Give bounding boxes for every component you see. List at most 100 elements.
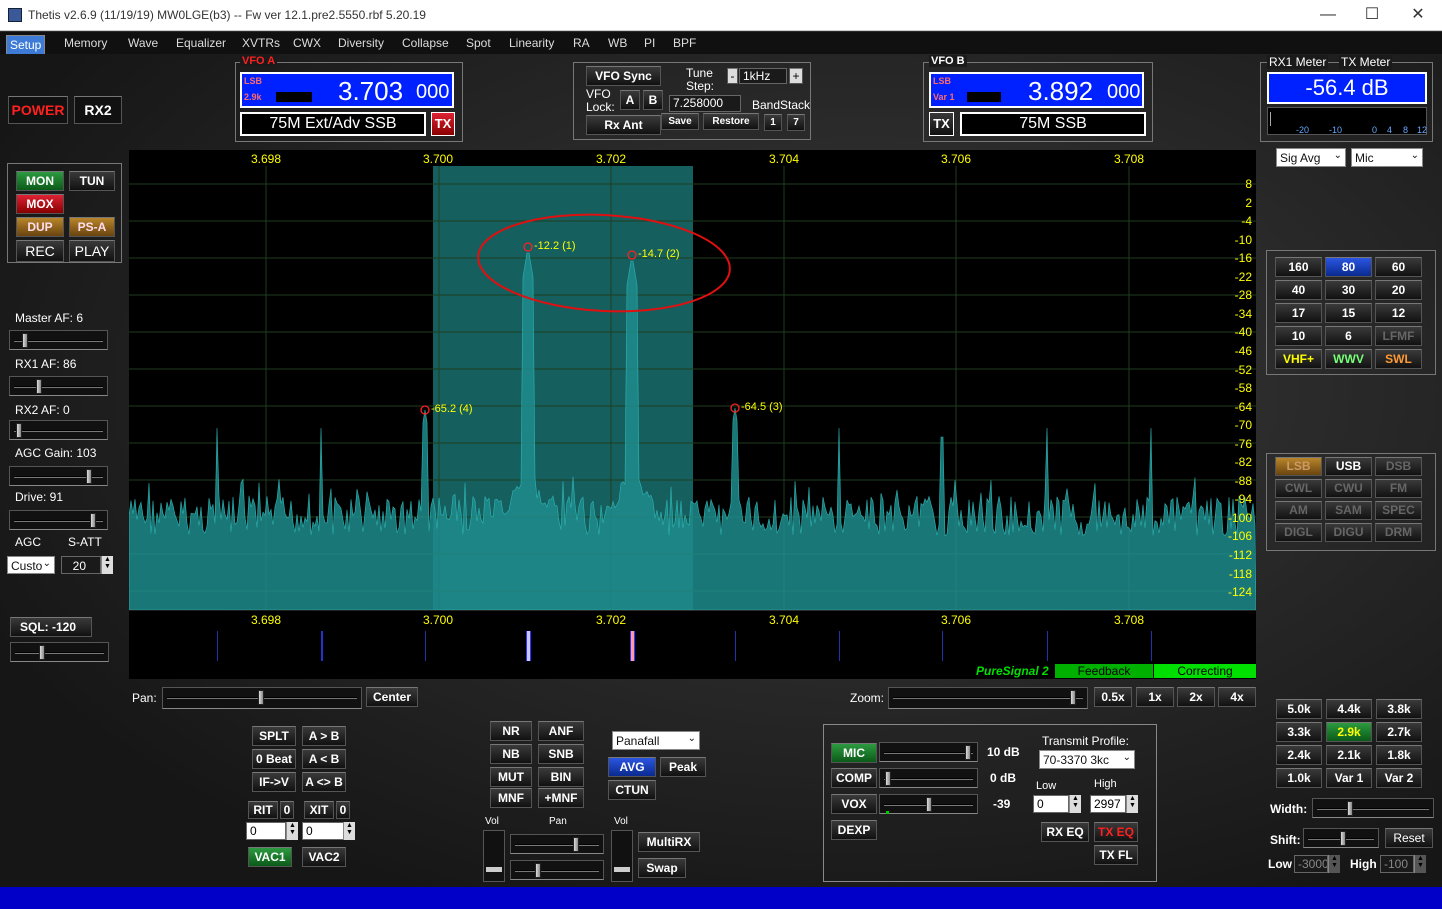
mode-button-digl[interactable]: DIGL	[1275, 523, 1322, 542]
agc-gain-thumb[interactable]	[86, 469, 92, 484]
rx1-pan-thumb[interactable]	[573, 837, 579, 852]
vfo-b-tx-button[interactable]: TX	[929, 112, 954, 136]
filter-reset-button[interactable]: Reset	[1385, 828, 1433, 848]
menu-wave[interactable]: Wave	[123, 35, 163, 51]
tun-button[interactable]: TUN	[69, 171, 115, 191]
rx2-button[interactable]: RX2	[74, 96, 122, 124]
rit-button[interactable]: RIT	[248, 801, 278, 819]
pan-slider[interactable]	[162, 687, 362, 709]
a-to-b-button[interactable]: A > B	[302, 726, 346, 746]
band-button-160[interactable]: 160	[1275, 257, 1322, 277]
power-button[interactable]: POWER	[8, 96, 68, 124]
mode-button-usb[interactable]: USB	[1325, 457, 1372, 476]
filter-button-var-2[interactable]: Var 2	[1376, 768, 1422, 788]
band-button-60[interactable]: 60	[1375, 257, 1422, 277]
satt-input[interactable]: 20	[61, 556, 101, 574]
if-to-v-button[interactable]: IF->V	[252, 772, 296, 792]
menu-linearity[interactable]: Linearity	[504, 35, 559, 51]
tx-low-spinner[interactable]: ▲ ▼	[1069, 795, 1081, 813]
filter-button-2-9k[interactable]: 2.9k	[1326, 722, 1372, 742]
sql-slider[interactable]	[10, 642, 109, 662]
mode-button-cwu[interactable]: CWU	[1325, 479, 1372, 498]
menu-collapse[interactable]: Collapse	[397, 35, 454, 51]
dup-button[interactable]: DUP	[16, 217, 64, 237]
vfo-b-display[interactable]: LSB Var 1 3.892 000	[929, 72, 1144, 108]
rx2-pan-thumb[interactable]	[535, 863, 541, 878]
waterfall-display[interactable]	[129, 629, 1256, 663]
menu-memory[interactable]: Memory	[59, 35, 112, 51]
rx-swap-button[interactable]: Swap	[638, 858, 686, 878]
rx1-af-slider[interactable]	[9, 376, 108, 396]
mnf-button[interactable]: MNF	[490, 788, 532, 808]
rx2-pan-slider[interactable]	[510, 860, 604, 880]
display-mode-select[interactable]: Panafall ⌄	[612, 731, 700, 750]
band-button-80[interactable]: 80	[1325, 257, 1372, 277]
zoom-4x-button[interactable]: 4x	[1218, 687, 1256, 707]
bandstack-save-button[interactable]: Save	[661, 113, 699, 130]
comp-slider[interactable]	[879, 768, 978, 788]
step-minus-button[interactable]: -	[727, 68, 738, 84]
master-af-slider[interactable]	[9, 330, 108, 350]
filter-button-3-3k[interactable]: 3.3k	[1276, 722, 1322, 742]
peak-button[interactable]: Peak	[660, 757, 706, 777]
nb-button[interactable]: NB	[490, 744, 532, 764]
vfo-a-display[interactable]: LSB 2.9k 3.703 000	[240, 72, 454, 108]
mode-button-sam[interactable]: SAM	[1325, 501, 1372, 520]
rx1-vol-thumb[interactable]	[486, 867, 502, 872]
vfo-a-band[interactable]: 75M Ext/Adv SSB	[240, 112, 426, 136]
xit-value-input[interactable]: 0	[302, 822, 344, 840]
menu-bpf[interactable]: BPF	[668, 35, 701, 51]
panadapter-display[interactable]: -12.2 (1) -14.7 (2) -65.2 (4) -64.5 (3) …	[129, 166, 1256, 610]
band-button-lfmf[interactable]: LFMF	[1375, 326, 1422, 346]
step-plus-button[interactable]: +	[789, 68, 803, 84]
comp-button[interactable]: COMP	[831, 768, 877, 788]
sql-thumb[interactable]	[39, 645, 45, 660]
band-button-wwv[interactable]: WWV	[1325, 349, 1372, 369]
sql-button[interactable]: SQL: -120	[10, 617, 92, 637]
filter-button-1-0k[interactable]: 1.0k	[1276, 768, 1322, 788]
rit-value-input[interactable]: 0	[246, 822, 286, 840]
agc-mode-select[interactable]: Custo ⌄	[7, 556, 55, 574]
menu-equalizer[interactable]: Equalizer	[171, 35, 231, 51]
band-button-swl[interactable]: SWL	[1375, 349, 1422, 369]
band-button-20[interactable]: 20	[1375, 280, 1422, 300]
nr-button[interactable]: NR	[490, 721, 532, 741]
menu-spot[interactable]: Spot	[461, 35, 496, 51]
transmit-profile-select[interactable]: 70-3370 3kc ⌄	[1039, 750, 1135, 769]
xit-spinner[interactable]: ▲ ▼	[343, 822, 355, 840]
master-af-thumb[interactable]	[22, 333, 28, 348]
satt-spinner[interactable]: ▲ ▼	[101, 556, 113, 574]
mode-button-digu[interactable]: DIGU	[1325, 523, 1372, 542]
band-button-17[interactable]: 17	[1275, 303, 1322, 323]
mode-button-cwl[interactable]: CWL	[1275, 479, 1322, 498]
filter-width-thumb[interactable]	[1347, 801, 1353, 816]
filter-button-4-4k[interactable]: 4.4k	[1326, 699, 1372, 719]
vfo-b-band[interactable]: 75M SSB	[960, 112, 1146, 136]
drive-thumb[interactable]	[90, 513, 96, 528]
swap-ab-button[interactable]: A <> B	[302, 772, 346, 792]
zoom-slider[interactable]	[888, 687, 1088, 709]
filter-high-spinner[interactable]: ▲ ▼	[1414, 855, 1426, 873]
zoom-05x-button[interactable]: 0.5x	[1094, 687, 1132, 707]
bandstack-restore-button[interactable]: Restore	[703, 113, 759, 130]
maximize-button[interactable]: ☐	[1352, 4, 1392, 26]
minimize-button[interactable]: —	[1308, 4, 1348, 26]
vox-slider[interactable]	[879, 794, 978, 814]
filter-width-slider[interactable]	[1312, 798, 1434, 818]
menu-setup[interactable]: Setup	[6, 35, 46, 55]
rx1-vol-slider[interactable]	[483, 830, 505, 882]
menu-xvtrs[interactable]: XVTRs	[237, 35, 285, 51]
filter-button-5-0k[interactable]: 5.0k	[1276, 699, 1322, 719]
lock-a-button[interactable]: A	[620, 90, 640, 110]
band-button-15[interactable]: 15	[1325, 303, 1372, 323]
zoom-2x-button[interactable]: 2x	[1177, 687, 1215, 707]
close-button[interactable]: ✕	[1398, 4, 1438, 26]
ctun-button[interactable]: CTUN	[608, 780, 656, 800]
vac1-button[interactable]: VAC1	[248, 847, 292, 867]
band-button-30[interactable]: 30	[1325, 280, 1372, 300]
drive-slider[interactable]	[9, 510, 108, 530]
add-mnf-button[interactable]: +MNF	[538, 788, 584, 808]
mic-button[interactable]: MIC	[831, 743, 877, 763]
mode-button-am[interactable]: AM	[1275, 501, 1322, 520]
rit-spinner[interactable]: ▲ ▼	[286, 822, 298, 840]
